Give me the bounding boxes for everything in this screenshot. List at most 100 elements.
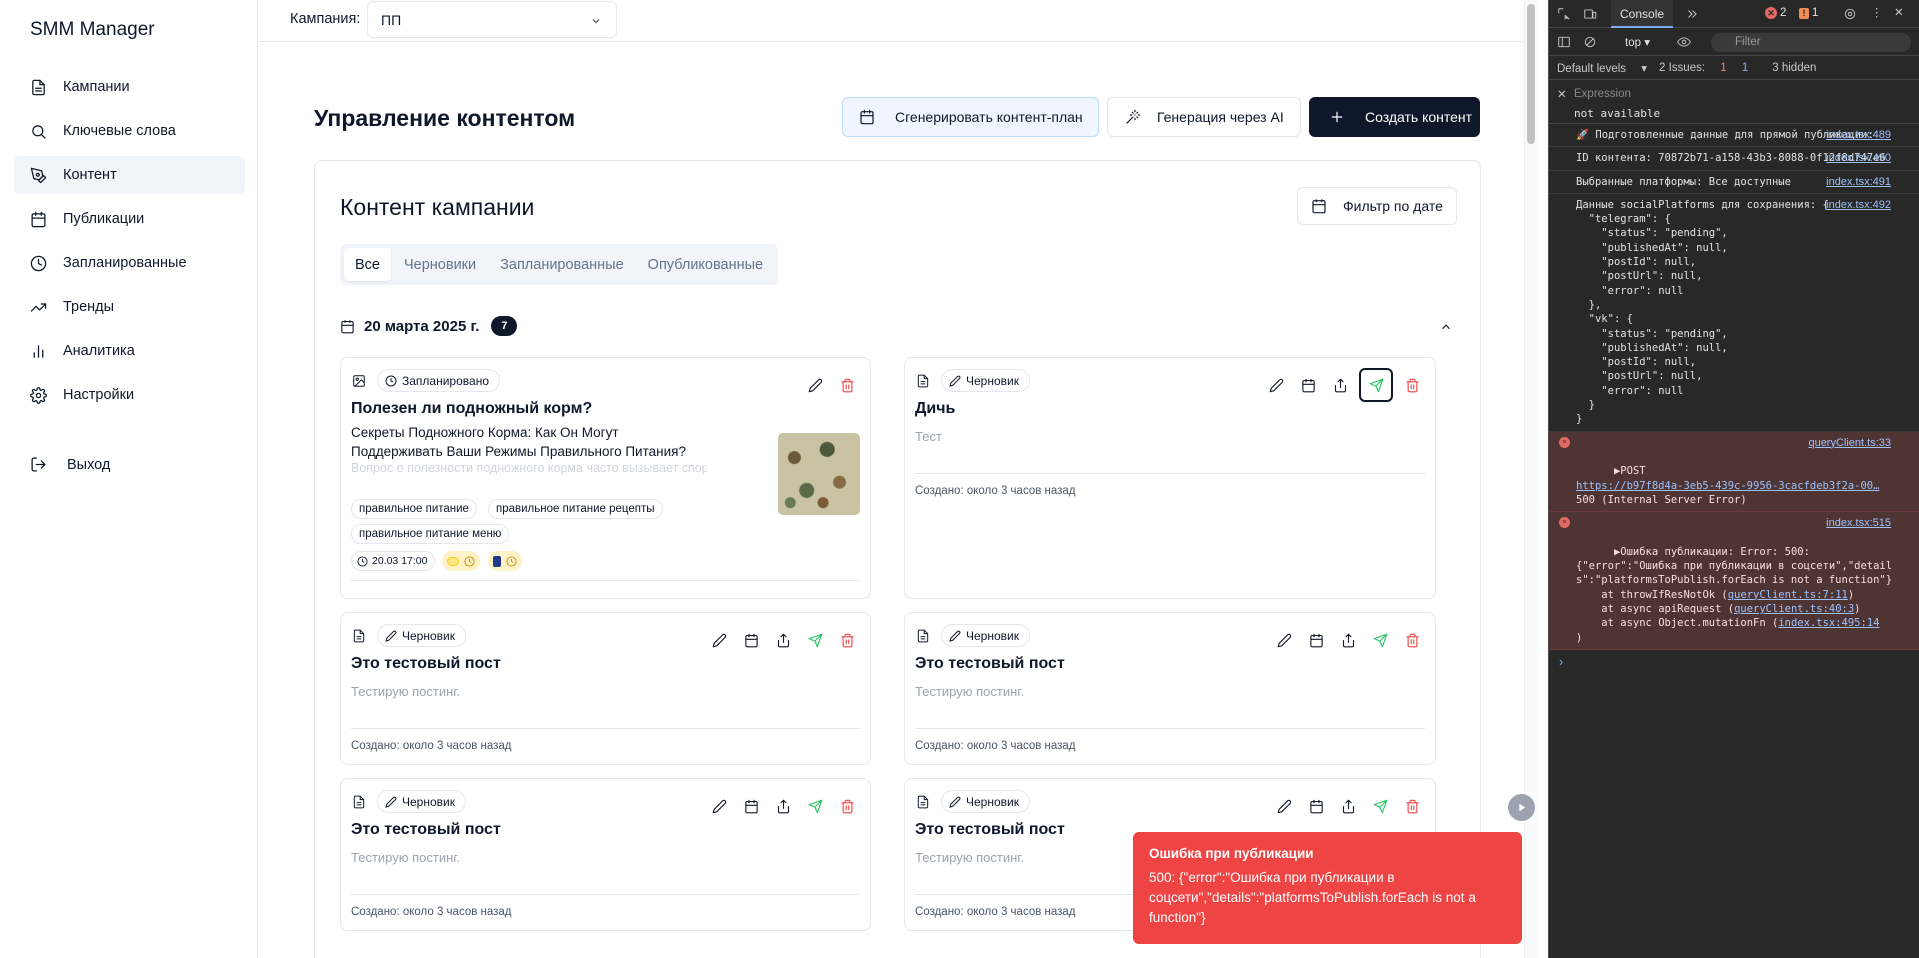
source-link[interactable]: index.tsx:489	[1826, 128, 1891, 142]
close-icon[interactable]: ✕	[1894, 5, 1904, 19]
chevron-up-icon[interactable]	[1439, 320, 1453, 334]
request-url[interactable]: https://b97f8d4a-3eb5-439c-9956-3cacfdeb…	[1576, 480, 1879, 492]
source-link[interactable]: queryClient.ts:33	[1808, 436, 1891, 450]
publish-button[interactable]	[1359, 368, 1393, 402]
gear-icon[interactable]	[1843, 7, 1857, 21]
stack-link[interactable]: index.tsx:495:14	[1778, 617, 1879, 629]
publish-button[interactable]	[1367, 627, 1393, 653]
sidebar-item-publications[interactable]: Публикации	[14, 200, 245, 238]
share-button[interactable]	[770, 793, 796, 819]
create-content-button[interactable]: Создать контент	[1309, 97, 1480, 137]
close-icon[interactable]: ✕	[1557, 87, 1567, 101]
schedule-button[interactable]	[1303, 627, 1329, 653]
delete-button[interactable]	[834, 793, 860, 819]
sidebar-nav: Кампании Ключевые слова Контент Публикац…	[14, 68, 245, 420]
scrollbar-thumb[interactable]	[1527, 4, 1535, 144]
schedule-button[interactable]	[738, 793, 764, 819]
edit-button[interactable]	[1263, 372, 1289, 398]
sidebar-item-scheduled[interactable]: Запланированные	[14, 244, 245, 282]
edit-button[interactable]	[706, 793, 732, 819]
sidebar-item-trends[interactable]: Тренды	[14, 288, 245, 326]
delete-button[interactable]	[834, 372, 860, 398]
toast-title: Ошибка при публикации	[1149, 846, 1314, 861]
content-card[interactable]: Черновик Это тестовый пост Тестирую пост…	[904, 612, 1436, 765]
tab-published[interactable]: Опубликованные	[637, 248, 774, 281]
source-link[interactable]: index.tsx:491	[1826, 175, 1891, 189]
live-expression[interactable]: ✕ Expression not available	[1549, 80, 1919, 124]
publish-button[interactable]	[802, 793, 828, 819]
share-button[interactable]	[1335, 627, 1361, 653]
tab-scheduled[interactable]: Запланированные	[489, 248, 635, 281]
issues-link[interactable]: 2 Issues: 1 1	[1659, 62, 1760, 74]
inspect-icon[interactable]	[1557, 7, 1571, 21]
sidebar-item-label: Аналитика	[63, 343, 135, 359]
publish-button[interactable]	[1367, 793, 1393, 819]
content-card[interactable]: Черновик Это тестовый пост Тестирую пост…	[340, 778, 871, 931]
date-group-header[interactable]: 20 марта 2025 г. 7	[340, 316, 518, 336]
delete-button[interactable]	[1399, 372, 1425, 398]
console-error-publish[interactable]: ✕ ▶Ошибка публикации: Error: 500: index.t…	[1549, 512, 1919, 650]
console-filter-input[interactable]: Filter	[1711, 33, 1911, 52]
tab-drafts[interactable]: Черновики	[393, 248, 487, 281]
sidebar-item-campaigns[interactable]: Кампании	[14, 68, 245, 106]
calendar-icon	[341, 319, 354, 333]
device-toolbar-icon[interactable]	[1583, 7, 1597, 21]
logout-button[interactable]: Выход	[30, 456, 110, 473]
share-button[interactable]	[1335, 793, 1361, 819]
content-card[interactable]: Черновик Дичь Тест Создано: около 3 часо…	[904, 357, 1436, 599]
delete-button[interactable]	[834, 627, 860, 653]
campaign-select[interactable]: ПП	[367, 1, 617, 38]
edit-button[interactable]	[706, 627, 732, 653]
publish-button[interactable]	[802, 627, 828, 653]
schedule-button[interactable]	[1295, 372, 1321, 398]
eye-icon[interactable]	[1677, 35, 1691, 49]
clear-console-icon[interactable]	[1583, 35, 1597, 49]
console-message[interactable]: Данные socialPlatforms для сохранения: {…	[1549, 194, 1919, 432]
sidebar-item-analytics[interactable]: Аналитика	[14, 332, 245, 370]
error-count[interactable]: ✕ 2	[1765, 7, 1786, 19]
more-tabs-icon[interactable]	[1685, 7, 1699, 21]
sidebar-item-label: Ключевые слова	[63, 123, 176, 139]
delete-button[interactable]	[1399, 793, 1425, 819]
chat-widget-icon[interactable]	[1508, 794, 1535, 821]
schedule-button[interactable]	[738, 627, 764, 653]
topbar: Кампания: ПП	[259, 0, 1538, 42]
stack-link[interactable]: queryClient.ts:7:11	[1728, 589, 1848, 601]
date-filter-button[interactable]: Фильтр по дате	[1297, 187, 1457, 225]
phone-icon	[493, 555, 501, 567]
tab-console[interactable]: Console	[1611, 0, 1674, 28]
sidebar-toggle-icon[interactable]	[1557, 35, 1571, 49]
console-message[interactable]: ID контента: 70872b71-a158-43b3-8088-0f1…	[1549, 147, 1919, 171]
edit-button[interactable]	[1271, 627, 1297, 653]
sidebar-item-keywords[interactable]: Ключевые слова	[14, 112, 245, 150]
sidebar-item-content[interactable]: Контент	[14, 156, 245, 194]
share-button[interactable]	[1327, 372, 1353, 398]
console-message[interactable]: Выбранные платформы: Все доступные index.…	[1549, 171, 1919, 194]
warning-count[interactable]: ! 1	[1799, 7, 1818, 19]
ai-generation-button[interactable]: Генерация через AI	[1107, 97, 1301, 137]
schedule-button[interactable]	[1303, 793, 1329, 819]
tab-all[interactable]: Все	[344, 248, 391, 281]
source-link[interactable]: index.tsx:490	[1826, 151, 1891, 165]
error-toast[interactable]: Ошибка при публикации 500: {"error":"Оши…	[1133, 832, 1522, 944]
stack-link[interactable]: queryClient.ts:40:3	[1734, 603, 1854, 615]
console-error-post[interactable]: ✕ ▶POST queryClient.ts:33 https://b97f8d4…	[1549, 431, 1919, 513]
levels-select[interactable]: Default levels ▾	[1557, 61, 1647, 75]
console-message[interactable]: 🚀 Подготовленные данные для прямой публи…	[1549, 124, 1919, 148]
source-link[interactable]: index.tsx:492	[1826, 198, 1891, 212]
delete-button[interactable]	[1399, 627, 1425, 653]
content-card[interactable]: Черновик Это тестовый пост Тестирую пост…	[340, 612, 871, 765]
sidebar-item-settings[interactable]: Настройки	[14, 376, 245, 414]
edit-button[interactable]	[802, 372, 828, 398]
source-link[interactable]: index.tsx:515	[1826, 516, 1891, 530]
plus-icon	[1331, 111, 1343, 123]
send-icon	[808, 799, 822, 813]
console-prompt[interactable]: ›	[1549, 650, 1919, 673]
kebab-menu-icon[interactable]: ⋮	[1871, 5, 1883, 19]
edit-button[interactable]	[1271, 793, 1297, 819]
context-select[interactable]: top ▾	[1625, 35, 1650, 49]
share-button[interactable]	[770, 627, 796, 653]
content-card[interactable]: Запланировано Полезен ли подножный корм?…	[340, 357, 871, 599]
generate-content-plan-button[interactable]: Сгенерировать контент-план	[842, 97, 1099, 137]
platform-status-chip	[442, 551, 480, 571]
